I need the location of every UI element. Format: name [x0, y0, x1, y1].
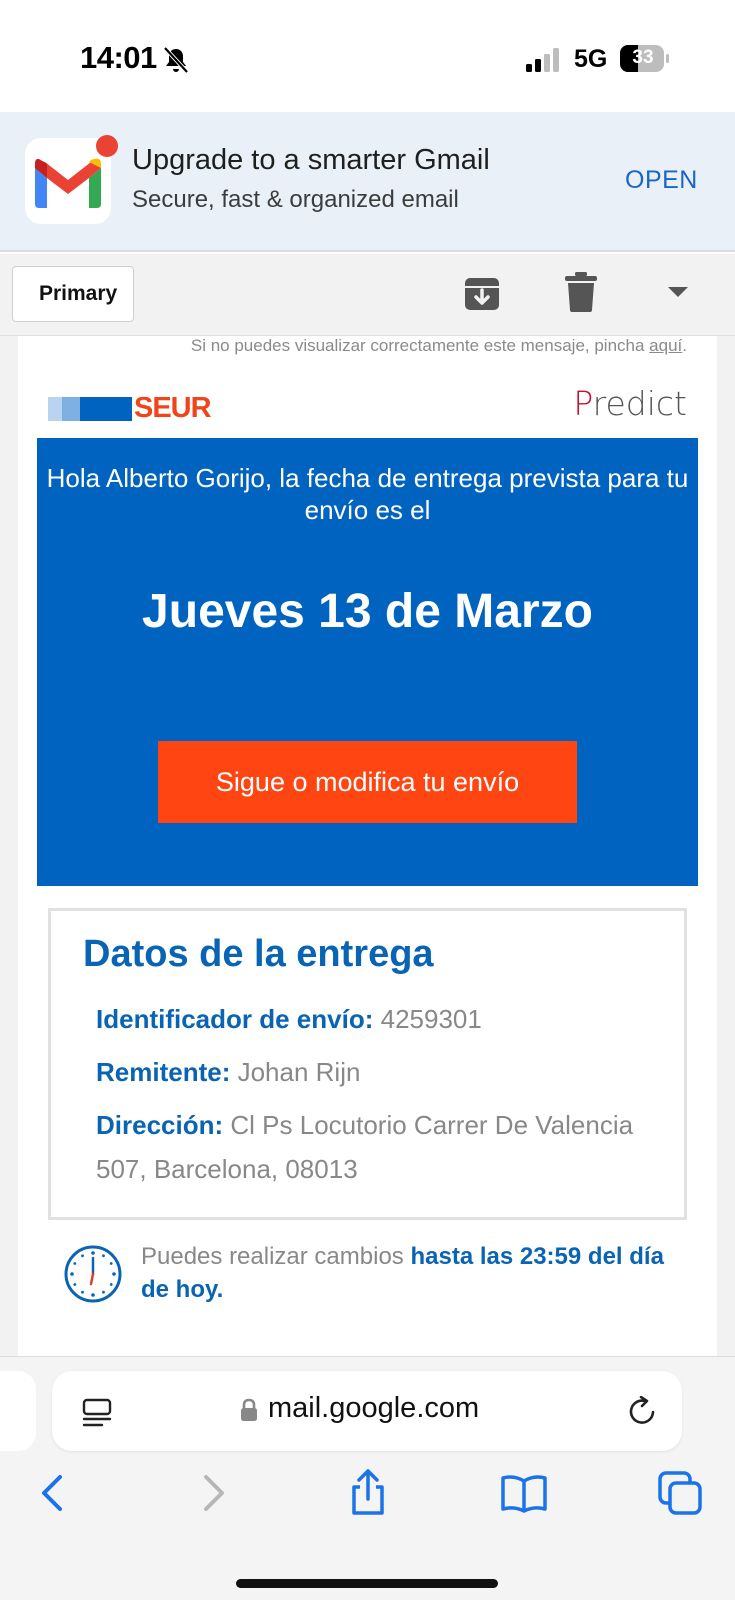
- preheader-end: .: [682, 336, 687, 355]
- view-online-link[interactable]: aquí: [649, 336, 682, 355]
- detail-shipment-id: Identificador de envío: 4259301: [96, 1004, 482, 1034]
- address-bar[interactable]: mail.google.com: [52, 1371, 682, 1451]
- deadline-text: Puedes realizar cambios hasta las 23:59 …: [141, 1243, 664, 1303]
- email-content-area: Si no puedes visualizar correctamente es…: [0, 336, 735, 1356]
- predict-logo: Predict: [573, 384, 687, 423]
- chevron-down-icon[interactable]: [666, 284, 690, 300]
- battery-level: 33: [632, 47, 654, 68]
- detail-sender: Remitente: Johan Rijn: [96, 1057, 361, 1087]
- seur-logo: SEUR: [48, 392, 218, 424]
- network-type: 5G: [574, 45, 608, 73]
- trash-icon[interactable]: [564, 272, 598, 312]
- email-body: Si no puedes visualizar correctamente es…: [18, 336, 717, 1356]
- status-bar: 14:01 5G 33: [0, 0, 735, 112]
- banner-subtitle: Secure, fast & organized email: [132, 186, 459, 213]
- status-time: 14:01: [80, 40, 157, 75]
- greeting-text: Hola Alberto Gorijo, la fecha de entrega…: [46, 463, 689, 525]
- lock-icon: [241, 1398, 257, 1421]
- browser-bottom-bar: mail.google.com: [0, 1356, 735, 1600]
- delivery-date: Jueves 13 de Marzo: [142, 585, 593, 638]
- preheader: Si no puedes visualizar correctamente es…: [191, 336, 687, 356]
- open-app-button[interactable]: OPEN: [625, 166, 698, 195]
- seur-stripes-icon: [48, 397, 132, 421]
- bookmarks-icon[interactable]: [500, 1469, 548, 1517]
- seur-brand-text: SEUR: [134, 392, 212, 424]
- previous-tab-preview[interactable]: [0, 1371, 36, 1451]
- share-icon[interactable]: [344, 1469, 392, 1517]
- back-icon[interactable]: [30, 1469, 78, 1517]
- gmail-upgrade-banner: Upgrade to a smarter Gmail Secure, fast …: [0, 112, 735, 252]
- email-toolbar: Primary: [0, 254, 735, 336]
- preheader-text: Si no puedes visualizar correctamente es…: [190, 336, 650, 355]
- reload-icon[interactable]: [628, 1396, 658, 1426]
- banner-title: Upgrade to a smarter Gmail: [132, 144, 490, 176]
- forward-icon[interactable]: [188, 1469, 236, 1517]
- archive-icon[interactable]: [464, 276, 500, 312]
- notification-dot: [96, 135, 118, 157]
- delivery-hero: Hola Alberto Gorijo, la fecha de entrega…: [37, 438, 698, 886]
- clock-icon: [64, 1245, 122, 1303]
- url-text: mail.google.com: [268, 1392, 480, 1424]
- details-title: Datos de la entrega: [83, 933, 434, 975]
- delivery-details: Datos de la entrega Identificador de env…: [48, 908, 687, 1220]
- page-menu-icon[interactable]: [82, 1397, 112, 1427]
- home-indicator[interactable]: [236, 1579, 498, 1588]
- bell-off-icon: [163, 46, 189, 74]
- detail-address: Dirección: Cl Ps Locutorio Carrer De Val…: [96, 1110, 634, 1184]
- track-shipment-button[interactable]: Sigue o modifica tu envío: [158, 741, 577, 823]
- back-to-primary-button[interactable]: Primary: [12, 266, 135, 322]
- tabs-icon[interactable]: [656, 1469, 704, 1517]
- signal-icon: [526, 48, 559, 72]
